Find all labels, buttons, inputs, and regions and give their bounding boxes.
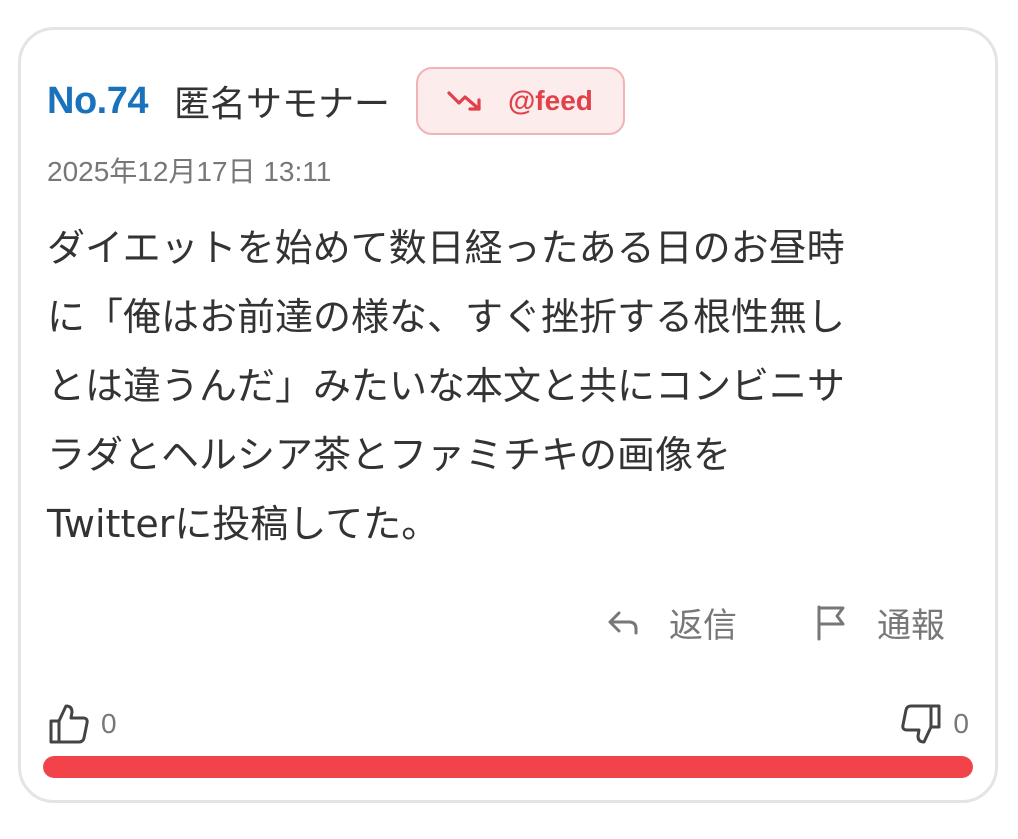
post-timestamp: 2025年12月17日 13:11 [47, 156, 332, 187]
downvote-button[interactable]: 0 [899, 702, 969, 746]
report-button[interactable]: 通報 [813, 598, 945, 647]
downvote-count: 0 [953, 708, 969, 739]
comment-header: No.74 匿名サモナー @feed [47, 66, 625, 136]
vote-ratio-bar [43, 756, 973, 778]
flag-icon [817, 605, 845, 640]
thumbs-down-icon [901, 704, 941, 744]
reply-button[interactable]: 返信 [605, 598, 737, 647]
reply-arrow-icon [608, 611, 638, 634]
comment-card: No.74 匿名サモナー @feed 2025年12月17日 13:11 ダイエ… [18, 27, 998, 803]
feed-badge[interactable]: @feed [416, 67, 625, 135]
report-label: 通報 [877, 606, 945, 646]
vote-row: 0 0 [47, 702, 969, 748]
feed-badge-label: @feed [508, 85, 593, 116]
upvote-count: 0 [101, 708, 117, 739]
reply-label: 返信 [669, 606, 737, 646]
comment-actions: 返信 通報 [605, 598, 945, 647]
post-number[interactable]: No.74 [47, 80, 148, 123]
thumbs-up-icon [49, 704, 89, 744]
trending-down-icon [447, 91, 481, 111]
vote-ratio-fill [43, 756, 973, 778]
upvote-button[interactable]: 0 [47, 702, 117, 746]
poster-name: 匿名サモナー [173, 84, 390, 125]
comment-body: ダイエットを始めて数日経ったある日のお昼時 に「俺はお前達の様な、すぐ挫折する根… [47, 226, 846, 546]
